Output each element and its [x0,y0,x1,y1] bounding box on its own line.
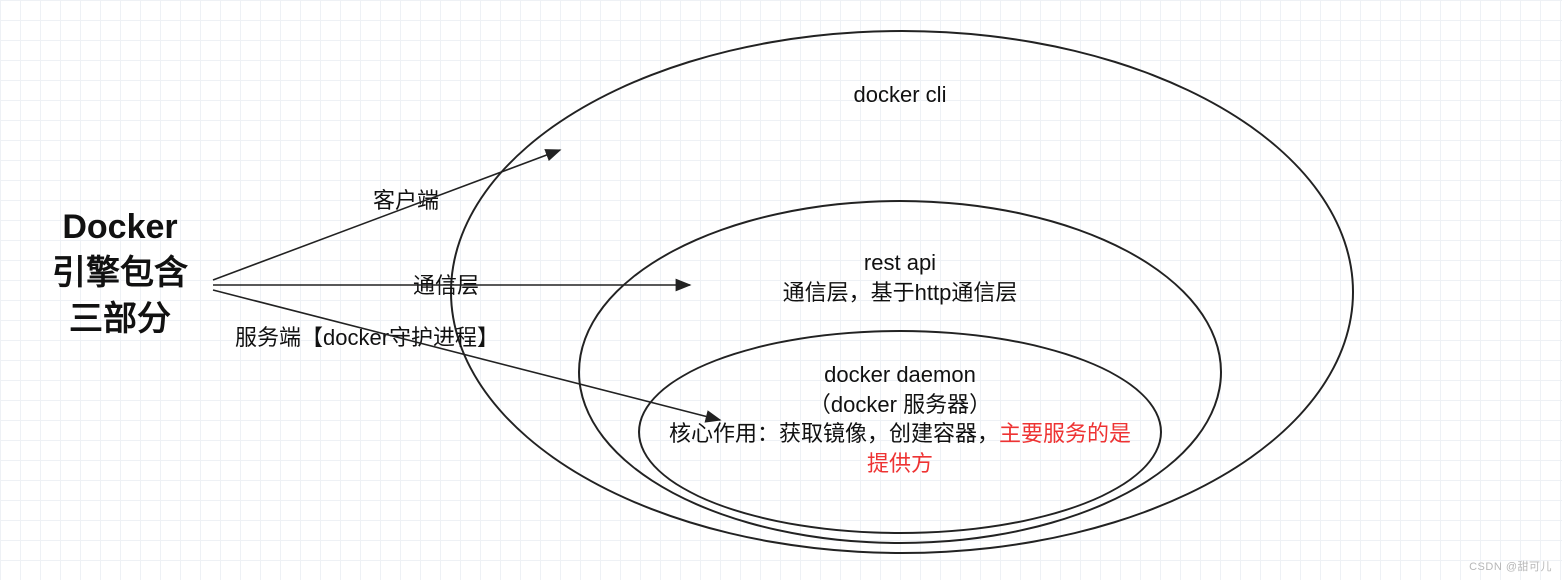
arrow-label-server: 服务端【docker守护进程】 [235,320,499,352]
outer-ellipse-label: docker cli [800,80,1000,110]
mid-ellipse-label: rest api 通信层，基于http通信层 [660,248,1140,307]
mid-line2: 通信层，基于http通信层 [783,280,1018,305]
diagram-canvas: Docker 引擎包含 三部分 docker cli rest api 通信层，… [0,0,1562,580]
inner-ellipse-label: docker daemon （docker 服务器） 核心作用：获取镜像，创建容… [660,360,1140,479]
inner-line2: （docker 服务器） [809,392,991,417]
arrow-label-comm: 通信层 [413,268,479,300]
inner-line1: docker daemon [824,362,976,387]
watermark: CSDN @甜可儿 [1469,558,1552,574]
inner-line3-pre: 核心作用：获取镜像，创建容器， [669,421,999,446]
diagram-title: Docker 引擎包含 三部分 [30,205,210,343]
mid-line1: rest api [864,250,936,275]
arrow-label-client: 客户端 [373,183,439,215]
